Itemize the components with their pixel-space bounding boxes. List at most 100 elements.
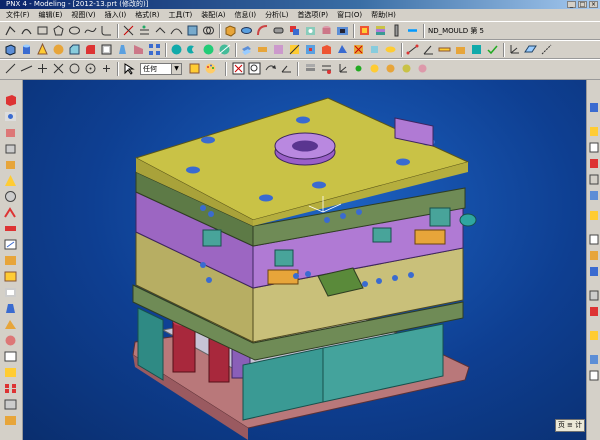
mirror-icon[interactable] — [3, 398, 18, 411]
extrude-icon[interactable] — [3, 206, 18, 219]
arc-icon[interactable] — [20, 24, 33, 37]
menu-window[interactable]: 窗口(O) — [337, 10, 362, 20]
lights-icon[interactable] — [589, 330, 599, 341]
coordinate-system-icon[interactable] — [508, 43, 521, 56]
cylinder-icon[interactable] — [3, 158, 18, 171]
menu-assembly[interactable]: 装配(A) — [201, 10, 225, 20]
rotate-view-icon[interactable] — [264, 62, 277, 75]
taper-icon[interactable] — [132, 43, 145, 56]
zoom-icon[interactable] — [589, 126, 599, 137]
offset-curve-icon[interactable] — [138, 24, 151, 37]
sphere-icon[interactable] — [52, 43, 65, 56]
trim-body-icon[interactable] — [218, 43, 231, 56]
menu-format[interactable]: 格式(R) — [135, 10, 159, 20]
edge-blend-icon[interactable] — [84, 43, 97, 56]
section-icon[interactable] — [589, 290, 599, 301]
thicken-icon[interactable] — [256, 43, 269, 56]
move-layer-icon[interactable] — [320, 62, 333, 75]
ellipse-icon[interactable] — [68, 24, 81, 37]
fillet-curve-icon[interactable] — [100, 24, 113, 37]
face-offset-icon[interactable] — [240, 43, 253, 56]
measure-angle-icon[interactable] — [422, 43, 435, 56]
shell-icon[interactable] — [3, 286, 18, 299]
hole-icon[interactable] — [3, 110, 18, 123]
shaded-icon[interactable] — [589, 190, 599, 201]
unite-icon[interactable] — [3, 334, 18, 347]
ruler-icon[interactable] — [438, 43, 451, 56]
wireframe-icon[interactable] — [589, 174, 599, 185]
sweep-icon[interactable] — [3, 238, 18, 251]
extrude-icon[interactable] — [224, 24, 237, 37]
blend-icon[interactable] — [3, 254, 18, 267]
resize-face-icon[interactable] — [368, 43, 381, 56]
point-icon[interactable] — [100, 62, 113, 75]
sweep-icon[interactable] — [256, 24, 269, 37]
menu-help[interactable]: 帮助(H) — [371, 10, 396, 20]
zoom-box-icon[interactable] — [232, 62, 245, 75]
right-view-icon[interactable] — [589, 250, 599, 261]
cooling-icon[interactable] — [406, 24, 419, 37]
block-icon[interactable] — [3, 142, 18, 155]
wcs-origin-icon[interactable] — [352, 62, 365, 75]
sketch-icon[interactable] — [4, 24, 17, 37]
wcs-dynamic-icon[interactable] — [384, 62, 397, 75]
section-view-icon[interactable] — [470, 43, 483, 56]
front-view-icon[interactable] — [589, 210, 599, 221]
line-icon[interactable] — [4, 62, 17, 75]
cube-icon[interactable] — [3, 94, 18, 107]
snap-icon[interactable] — [589, 370, 599, 381]
sew-icon[interactable] — [272, 43, 285, 56]
intersect-icon[interactable] — [202, 43, 215, 56]
move-face-icon[interactable] — [336, 43, 349, 56]
circle-icon[interactable] — [68, 62, 81, 75]
datum-plane-icon[interactable] — [524, 43, 537, 56]
replace-face-icon[interactable] — [320, 43, 333, 56]
maximize-button[interactable]: □ — [578, 1, 587, 8]
menu-file[interactable]: 文件(F) — [6, 10, 30, 20]
palette-icon[interactable] — [204, 62, 217, 75]
draft-icon[interactable] — [3, 302, 18, 315]
pattern-icon[interactable] — [3, 382, 18, 395]
circle-center-icon[interactable] — [84, 62, 97, 75]
layer-settings-icon[interactable] — [304, 62, 317, 75]
graphics-viewport[interactable] — [23, 80, 586, 440]
delete-face-icon[interactable] — [352, 43, 365, 56]
pattern-icon[interactable] — [148, 43, 161, 56]
patch-icon[interactable] — [304, 43, 317, 56]
menu-view[interactable]: 视图(V) — [71, 10, 95, 20]
wcs-display-icon[interactable] — [416, 62, 429, 75]
intersection-curve-icon[interactable] — [202, 24, 215, 37]
rotate-icon[interactable] — [589, 142, 599, 153]
fit-icon[interactable] — [589, 158, 599, 169]
wcs-rotate-icon[interactable] — [368, 62, 381, 75]
mold-base-icon[interactable] — [374, 24, 387, 37]
datum-axis-icon[interactable] — [540, 43, 553, 56]
background-icon[interactable] — [589, 354, 599, 365]
cone-icon[interactable] — [3, 174, 18, 187]
measure-distance-icon[interactable] — [406, 43, 419, 56]
rectangle-icon[interactable] — [36, 24, 49, 37]
cross-line-icon[interactable] — [36, 62, 49, 75]
menu-edit[interactable]: 编辑(E) — [39, 10, 63, 20]
render-icon[interactable] — [589, 306, 599, 317]
draft-icon[interactable] — [116, 43, 129, 56]
menu-information[interactable]: 信息(I) — [235, 10, 257, 20]
top-view-icon[interactable] — [589, 234, 599, 245]
pocket-icon[interactable] — [336, 24, 349, 37]
view-orientation-icon[interactable] — [280, 62, 293, 75]
subtract-icon[interactable] — [186, 43, 199, 56]
select-features-icon[interactable] — [188, 62, 201, 75]
revolve-icon[interactable] — [240, 24, 253, 37]
menu-insert[interactable]: 插入(I) — [105, 10, 127, 20]
mass-properties-icon[interactable] — [454, 43, 467, 56]
offset-icon[interactable] — [3, 414, 18, 427]
selection-filter-dropdown[interactable]: 任何 ▼ — [140, 63, 182, 75]
wcs-save-icon[interactable] — [400, 62, 413, 75]
tube-icon[interactable] — [272, 24, 285, 37]
close-button[interactable]: × — [589, 1, 598, 8]
blend-face-icon[interactable] — [384, 43, 397, 56]
menu-preferences[interactable]: 首选项(P) — [297, 10, 328, 20]
boolean-icon[interactable] — [288, 24, 301, 37]
subtract-icon[interactable] — [3, 350, 18, 363]
join-curve-icon[interactable] — [154, 24, 167, 37]
